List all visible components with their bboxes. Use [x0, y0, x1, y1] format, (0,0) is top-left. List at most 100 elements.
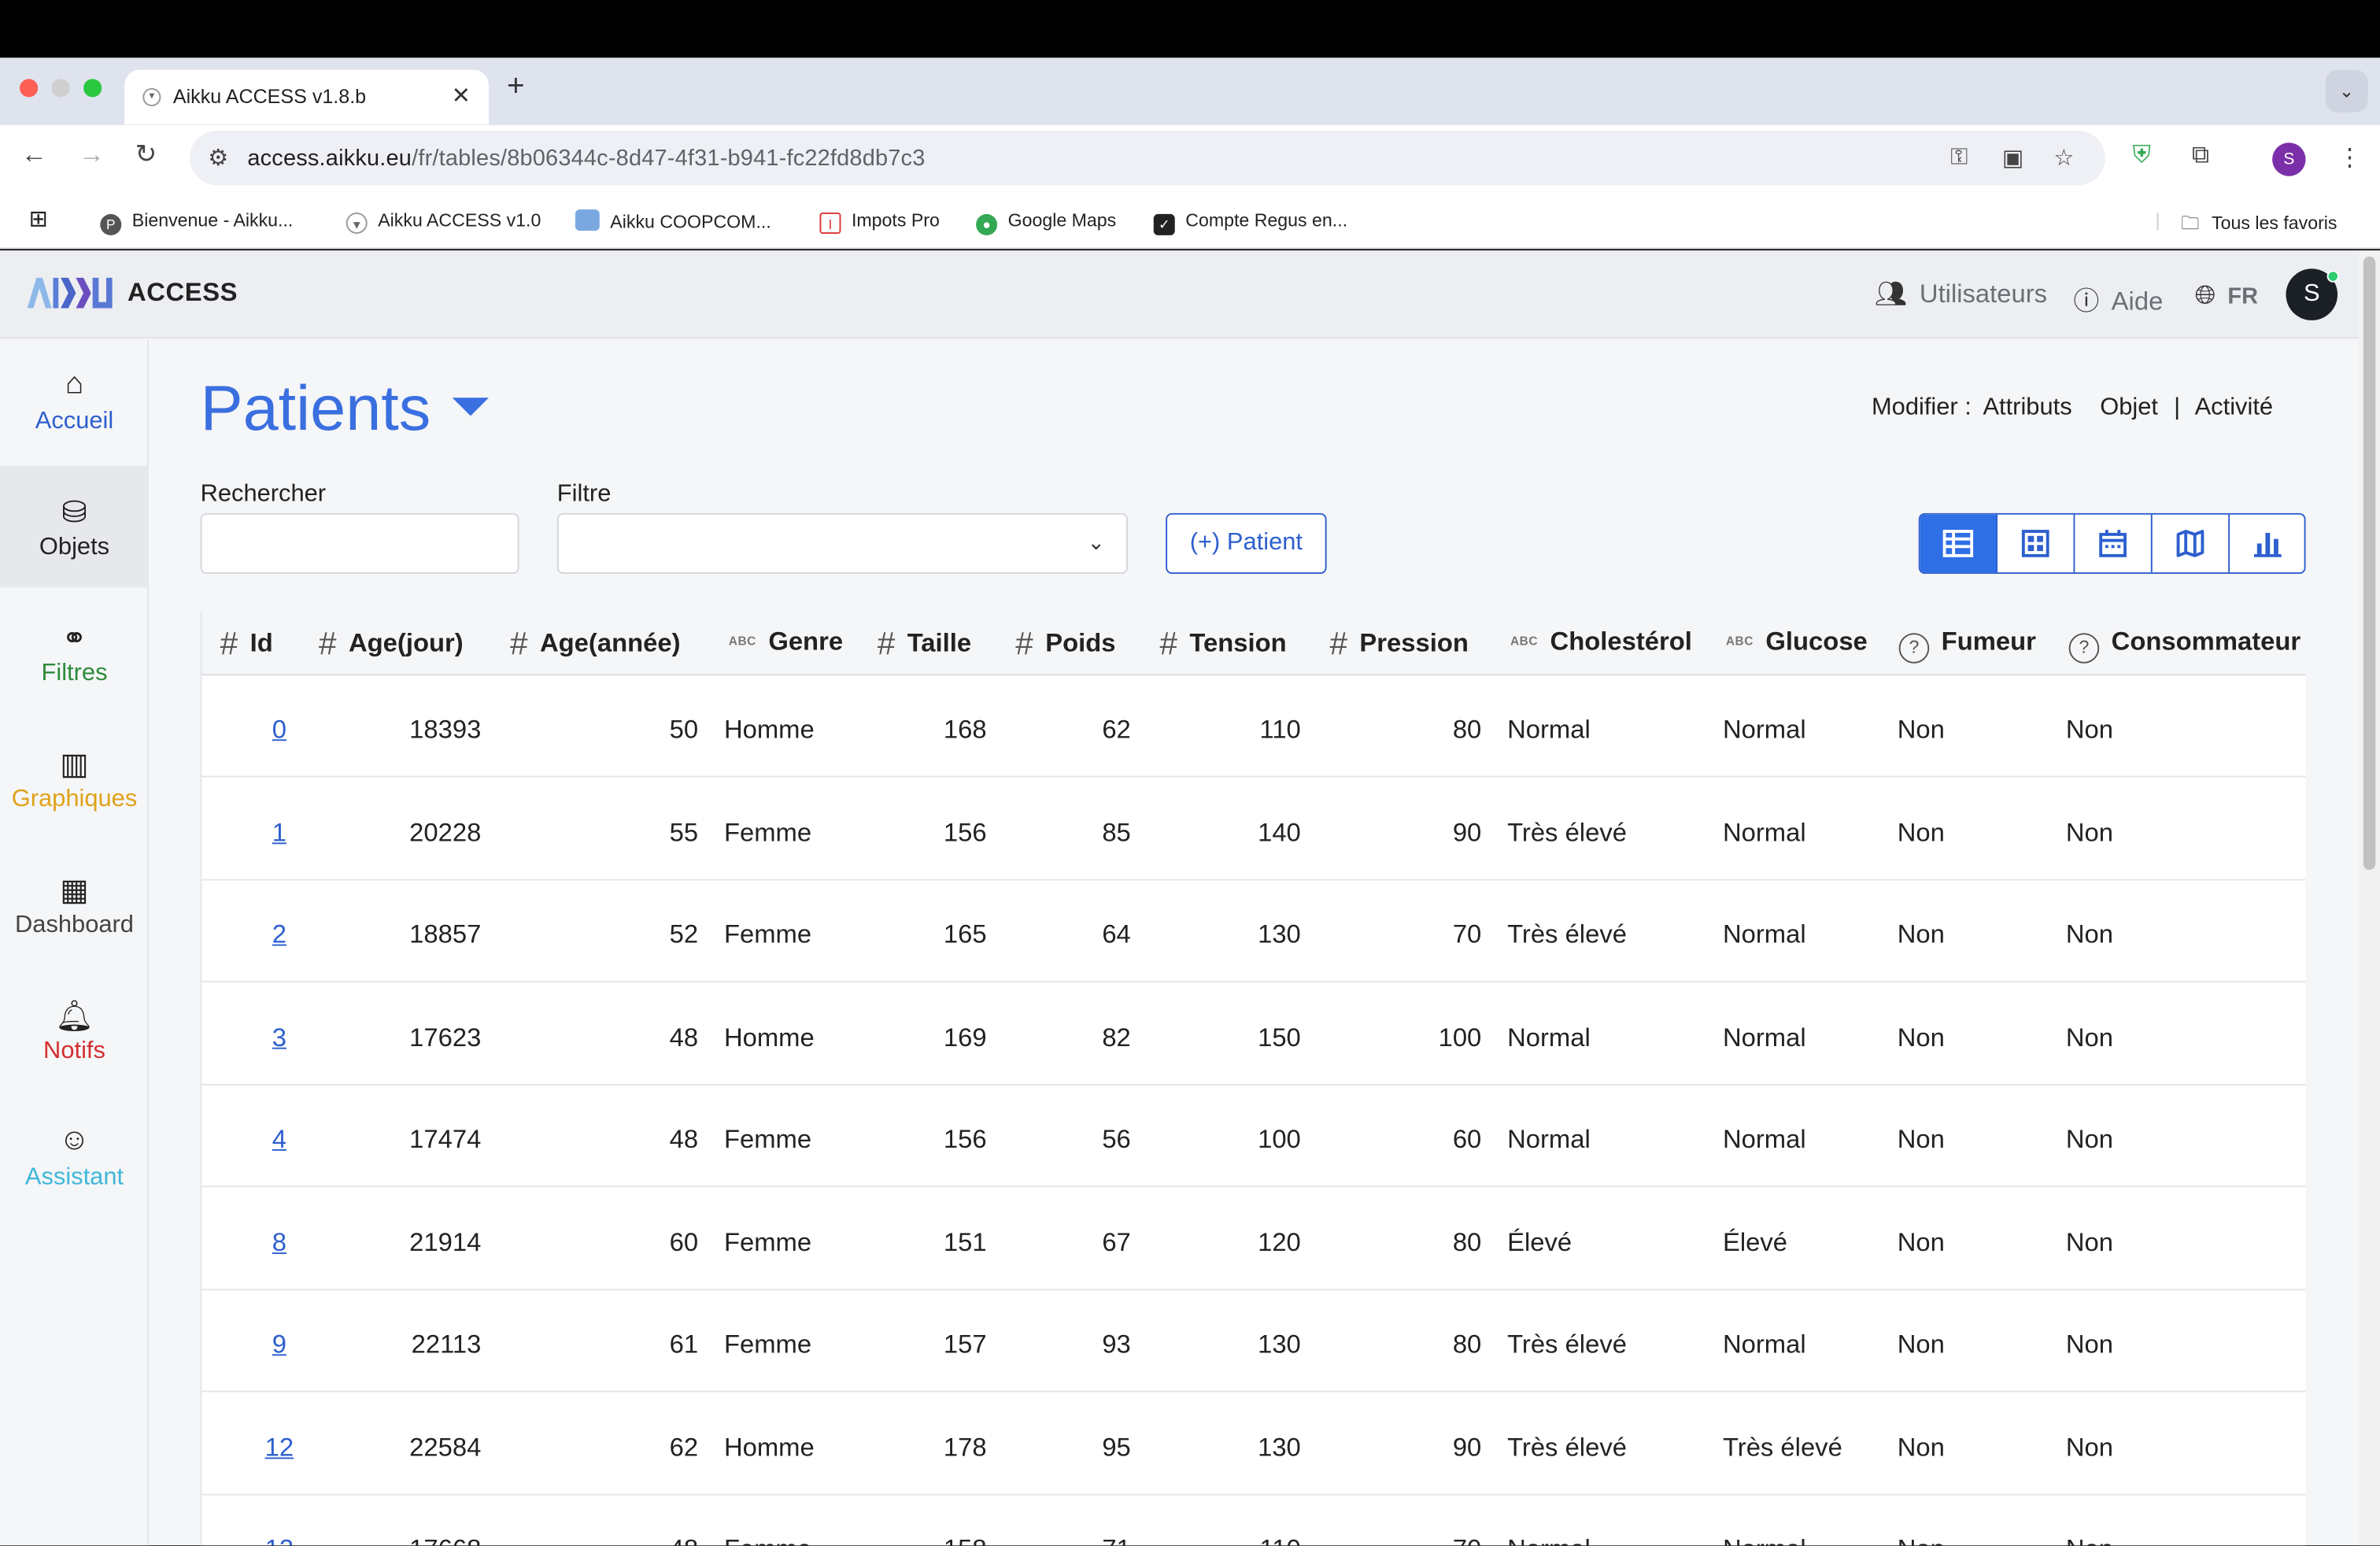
row-id-link[interactable]: 8: [253, 1227, 305, 1258]
table-row[interactable]: 13 17668 48 Femme 158 71 110 70 Normal Normal Non N…: [202, 1496, 2306, 1546]
all-bookmarks-button[interactable]: 🗀 Tous les favoris: [2181, 209, 2337, 242]
sidebar-item-accueil[interactable]: ⌂ Accueil: [0, 340, 149, 461]
site-settings-icon[interactable]: ⚙: [208, 144, 228, 172]
browser-tab[interactable]: ▾ Aikku ACCESS v1.8.b ✕: [124, 69, 490, 125]
sidebar-item-dashboard[interactable]: ▦ Dashboard: [0, 844, 149, 965]
table-row[interactable]: 3 17623 48 Homme 169 82 150 100 Normal Normal Non N…: [201, 983, 2306, 1085]
table-cell: 22584: [409, 1432, 482, 1462]
grid-view-button[interactable]: [1998, 514, 2075, 573]
title-dropdown-caret-icon[interactable]: [452, 398, 490, 416]
table-cell: Normal: [1722, 715, 1806, 745]
sidebar-item-label: Accueil: [35, 408, 114, 435]
row-id-link[interactable]: 4: [253, 1125, 305, 1156]
table-row[interactable]: 0 18393 50 Homme 168 62 110 80 Normal Normal Non No…: [201, 675, 2306, 778]
table-cell: 17474: [409, 1125, 482, 1154]
extensions-puzzle-icon[interactable]: ⧉: [2192, 142, 2209, 170]
table-cell: Non: [2065, 715, 2113, 745]
column-header[interactable]: # Poids: [1015, 627, 1115, 664]
filter-select[interactable]: ⌄: [556, 512, 1128, 575]
bookmark-item[interactable]: ✓ Compte Regus en...: [1153, 209, 1347, 235]
modify-activity-link[interactable]: Activité: [2195, 394, 2273, 420]
table-row[interactable]: 8 21914 60 Femme 151 67 120 80 Élevé Élevé Non Non: [201, 1188, 2306, 1290]
column-header[interactable]: ABC Genre: [729, 627, 843, 658]
table-row[interactable]: 2 18857 52 Femme 165 64 130 70 Très élevé Normal N…: [201, 881, 2306, 982]
row-id-link[interactable]: 2: [253, 920, 305, 951]
bookmark-item[interactable]: P Bienvenue - Aikku...: [100, 209, 293, 235]
table-cell: 61: [669, 1330, 699, 1359]
sidebar-item-label: Assistant: [24, 1164, 124, 1191]
language-selector[interactable]: 🌐︎ FR: [2195, 281, 2258, 312]
help-link[interactable]: ⓘ Aide: [2073, 279, 2163, 317]
add-patient-button[interactable]: (+) Patient: [1166, 512, 1327, 575]
table-cell: Femme: [723, 1227, 812, 1256]
table-cell: Élevé: [1507, 1227, 1572, 1256]
close-tab-icon[interactable]: ✕: [452, 82, 471, 109]
url-path: /fr/tables/8b06344c-8d47-4f31-b941-fc22f…: [412, 146, 926, 172]
bookmark-item[interactable]: I Impots Pro: [819, 209, 940, 235]
close-window-button[interactable]: [20, 79, 39, 98]
row-id-link[interactable]: 1: [253, 818, 305, 849]
minimize-window-button[interactable]: [51, 79, 70, 98]
back-arrow-icon[interactable]: ←: [21, 139, 47, 170]
table-row[interactable]: 4 17474 48 Femme 156 56 100 60 Normal Normal Non No…: [201, 1086, 2306, 1188]
column-header[interactable]: # Id: [220, 627, 273, 664]
column-header-label: Poids: [1045, 628, 1116, 658]
map-view-button[interactable]: [2153, 514, 2230, 573]
column-header[interactable]: # Taille: [878, 627, 971, 664]
calendar-view-button[interactable]: [2075, 514, 2153, 573]
user-avatar[interactable]: S: [2286, 268, 2339, 320]
divider: |: [2155, 209, 2160, 231]
bookmark-item[interactable]: ▾ Aikku ACCESS v1.0: [346, 209, 541, 235]
table-view-button[interactable]: [1920, 514, 1998, 573]
row-id-link[interactable]: 3: [253, 1023, 305, 1053]
table-cell: Non: [1897, 1432, 1945, 1462]
column-header[interactable]: ? Fumeur: [1898, 627, 2036, 664]
apps-grid-icon[interactable]: ⊞: [29, 205, 48, 232]
reload-icon[interactable]: ↻: [135, 139, 157, 170]
password-key-icon[interactable]: ⚿: [1950, 144, 1968, 170]
more-menu-icon[interactable]: ⋮: [2338, 142, 2362, 173]
row-id-link[interactable]: 0: [253, 715, 305, 745]
column-header[interactable]: ABC Cholestérol: [1510, 627, 1692, 658]
sidebar-item-assistant[interactable]: ☺ Assistant: [0, 1096, 149, 1217]
sidebar-item-notifs[interactable]: 🔔︎ Notifs: [0, 970, 149, 1091]
column-header[interactable]: # Age(année): [510, 627, 681, 664]
profile-avatar[interactable]: S: [2272, 142, 2306, 176]
row-id-link[interactable]: 12: [253, 1433, 305, 1463]
column-header-label: Fumeur: [1941, 627, 2036, 656]
column-header[interactable]: # Tension: [1159, 627, 1286, 664]
sidebar-item-objets[interactable]: ⛁ Objets: [0, 466, 150, 588]
chart-view-button[interactable]: [2230, 515, 2304, 572]
users-link[interactable]: 👥︎ Utilisateurs: [1875, 279, 2047, 310]
tab-search-button[interactable]: ⌄: [2325, 69, 2368, 113]
table-cell: 90: [1452, 817, 1482, 847]
bookmark-star-icon[interactable]: ☆: [2053, 144, 2074, 172]
column-header[interactable]: ? Consommateur: [2068, 627, 2301, 664]
row-id-link[interactable]: 9: [253, 1330, 305, 1360]
sidebar-item-graphiques[interactable]: ▥ Graphiques: [0, 718, 149, 839]
modify-attributes-link[interactable]: Attributs: [1983, 394, 2071, 420]
bookmark-item[interactable]: ● Google Maps: [976, 209, 1116, 235]
table-cell: 62: [1102, 715, 1131, 745]
sidebar-item-filtres[interactable]: ⚭ Filtres: [0, 592, 149, 713]
new-tab-button[interactable]: +: [507, 70, 525, 105]
address-bar[interactable]: ⚙ access.aikku.eu/fr/tables/8b06344c-8d4…: [190, 130, 2105, 186]
forward-arrow-icon[interactable]: →: [79, 139, 105, 170]
extension-shield-icon[interactable]: ⛨: [2133, 142, 2151, 170]
search-input[interactable]: [200, 512, 519, 575]
install-app-icon[interactable]: ▣: [2002, 144, 2023, 172]
calendar-icon: [2099, 530, 2127, 557]
help-icon: ⓘ: [2073, 287, 2100, 316]
row-id-link[interactable]: 13: [253, 1535, 305, 1546]
table-cell: Normal: [1723, 1535, 1806, 1546]
table-row[interactable]: 1 20228 55 Femme 156 85 140 90 Très élevé Normal N…: [201, 778, 2306, 880]
modify-object-link[interactable]: Objet: [2100, 394, 2158, 420]
column-header[interactable]: # Age(jour): [319, 627, 464, 664]
maximize-window-button[interactable]: [83, 79, 102, 98]
table-row[interactable]: 12 22584 62 Homme 178 95 130 90 Très élevé Très é…: [201, 1393, 2306, 1495]
column-header[interactable]: ABC Glucose: [1726, 627, 1868, 658]
bookmark-item[interactable]: Aikku COOPCOM...: [575, 209, 771, 232]
page-scrollbar-thumb[interactable]: [2363, 256, 2376, 871]
table-row[interactable]: 9 22113 61 Femme 157 93 130 80 Très élevé Normal N…: [201, 1290, 2306, 1393]
column-header[interactable]: # Pression: [1329, 627, 1468, 664]
